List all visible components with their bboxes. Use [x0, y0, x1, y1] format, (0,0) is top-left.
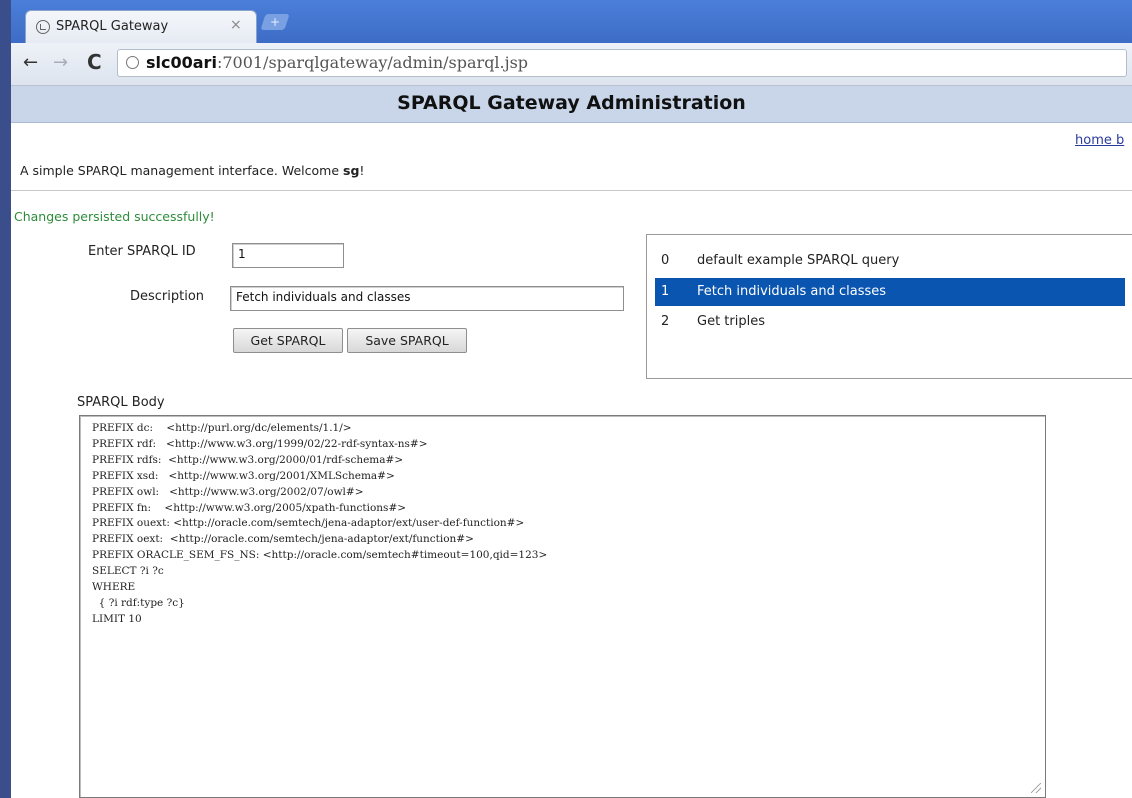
page-header: SPARQL Gateway Administration: [11, 86, 1132, 123]
save-sparql-button[interactable]: Save SPARQL: [347, 328, 467, 353]
reload-icon[interactable]: C: [87, 50, 102, 74]
sparql-body-label: SPARQL Body: [77, 395, 165, 410]
welcome-prefix: A simple SPARQL management interface. We…: [20, 163, 343, 178]
description-input[interactable]: Fetch individuals and classes: [230, 286, 624, 311]
query-label: Get triples: [697, 314, 765, 329]
welcome-text: A simple SPARQL management interface. We…: [20, 163, 364, 178]
welcome-username: sg: [343, 163, 360, 178]
browser-tab-strip: SPARQL Gateway × +: [11, 0, 1132, 43]
address-bar[interactable]: slc00ari:7001/sparqlgateway/admin/sparql…: [117, 49, 1127, 77]
query-label: default example SPARQL query: [697, 253, 900, 268]
browser-navigation-bar: ← → C slc00ari:7001/sparqlgateway/admin/…: [11, 43, 1132, 86]
tab-close-icon[interactable]: ×: [230, 17, 242, 33]
sparql-id-label: Enter SPARQL ID: [88, 244, 196, 259]
browser-tab[interactable]: SPARQL Gateway ×: [25, 10, 257, 43]
query-list-item[interactable]: 2 Get triples: [655, 308, 1125, 336]
status-message: Changes persisted successfully!: [14, 209, 215, 224]
new-tab-button[interactable]: +: [260, 14, 290, 30]
header-divider: [11, 190, 1132, 191]
window-left-edge: [0, 0, 11, 798]
get-sparql-button[interactable]: Get SPARQL: [233, 328, 343, 353]
query-list-item[interactable]: 0 default example SPARQL query: [655, 247, 1125, 275]
back-arrow-icon[interactable]: ←: [23, 52, 38, 73]
sparql-query-list[interactable]: 0 default example SPARQL query 1 Fetch i…: [646, 234, 1132, 379]
address-url: slc00ari:7001/sparqlgateway/admin/sparql…: [146, 53, 528, 72]
query-index: 1: [661, 284, 670, 299]
sparql-id-input[interactable]: 1: [232, 243, 344, 268]
sparql-body-textarea[interactable]: PREFIX dc: <http://purl.org/dc/elements/…: [79, 415, 1046, 798]
resize-grip-icon[interactable]: [1031, 783, 1041, 793]
forward-arrow-icon[interactable]: →: [53, 52, 68, 73]
welcome-suffix: !: [359, 163, 365, 178]
page-favicon-icon: [36, 20, 50, 34]
query-index: 2: [661, 314, 670, 329]
page-title: SPARQL Gateway Administration: [397, 92, 746, 114]
description-label: Description: [130, 289, 205, 304]
url-host: slc00ari: [146, 53, 217, 72]
home-link[interactable]: home b: [1075, 133, 1124, 148]
url-path: :7001/sparqlgateway/admin/sparql.jsp: [216, 53, 529, 72]
query-label: Fetch individuals and classes: [697, 284, 887, 299]
query-index: 0: [661, 253, 670, 268]
query-list-item-selected[interactable]: 1 Fetch individuals and classes: [655, 278, 1125, 306]
new-tab-plus-icon: +: [269, 15, 281, 29]
sparql-body-text: PREFIX dc: <http://purl.org/dc/elements/…: [92, 422, 548, 625]
tab-title: SPARQL Gateway: [56, 19, 169, 34]
page-info-icon[interactable]: [126, 56, 139, 69]
top-nav-links: home b: [1075, 133, 1124, 148]
